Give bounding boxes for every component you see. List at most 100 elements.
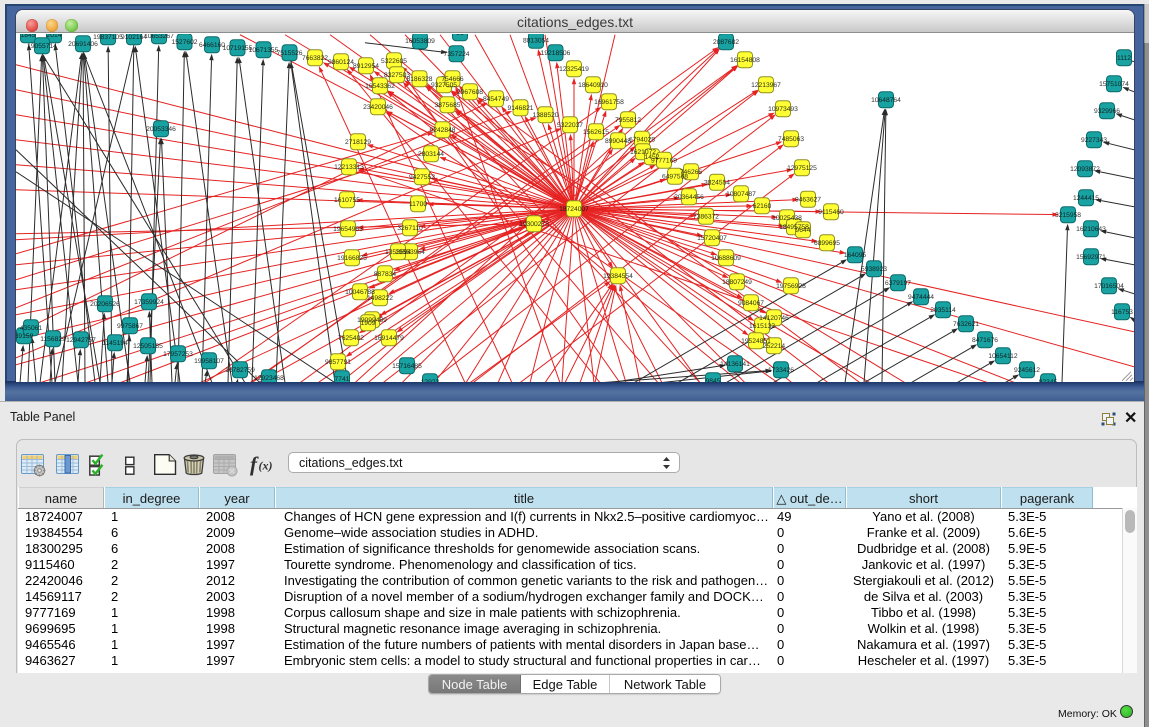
- svg-text:6899695: 6899695: [814, 239, 840, 246]
- svg-text:1845: 1845: [21, 34, 36, 39]
- svg-text:1909: 1909: [361, 319, 376, 326]
- svg-text:12213967: 12213967: [751, 81, 781, 88]
- svg-text:82345: 82345: [1039, 378, 1058, 382]
- svg-text:8990448: 8990448: [605, 137, 631, 144]
- svg-text:98: 98: [456, 34, 464, 37]
- svg-text:7632621: 7632621: [953, 320, 979, 327]
- svg-text:12093872: 12093872: [1070, 165, 1100, 172]
- svg-text:1615132: 1615132: [749, 322, 775, 329]
- svg-text:9463627: 9463627: [795, 196, 821, 203]
- svg-text:9644: 9644: [796, 226, 811, 233]
- svg-text:164095: 164095: [844, 251, 867, 258]
- svg-text:12923: 12923: [421, 378, 440, 382]
- svg-text:15751074: 15751074: [1099, 80, 1129, 87]
- svg-text:2087682: 2087682: [713, 38, 739, 45]
- svg-text:252214: 252214: [763, 342, 786, 349]
- svg-text:18724007: 18724007: [559, 205, 589, 212]
- svg-text:1244415: 1244415: [1073, 194, 1099, 201]
- svg-text:9975867: 9975867: [117, 322, 143, 329]
- svg-text:2935114: 2935114: [930, 306, 956, 313]
- svg-text:10025438: 10025438: [772, 214, 802, 221]
- svg-text:19958107: 19958107: [194, 357, 224, 364]
- svg-text:7515526: 7515526: [276, 49, 302, 56]
- svg-text:9327505: 9327505: [431, 81, 457, 88]
- svg-text:15692971: 15692971: [1076, 253, 1106, 260]
- svg-text:5938923: 5938923: [861, 265, 887, 272]
- svg-text:10688609: 10688609: [711, 254, 741, 261]
- svg-text:2803144: 2803144: [418, 150, 444, 157]
- svg-text:6466160: 6466160: [199, 41, 225, 48]
- svg-text:12923468: 12923468: [254, 374, 284, 381]
- svg-text:20691406: 20691406: [68, 40, 98, 47]
- svg-text:12325419: 12325419: [559, 65, 589, 72]
- svg-text:9242848: 9242848: [429, 126, 455, 133]
- svg-text:10648764: 10648764: [871, 96, 901, 103]
- svg-text:8186328: 8186328: [406, 75, 432, 82]
- svg-text:19837105: 19837105: [93, 34, 123, 41]
- svg-text:2967608: 2967608: [457, 88, 483, 95]
- svg-text:16782759: 16782759: [225, 366, 255, 373]
- svg-text:16543362: 16543362: [365, 82, 395, 89]
- svg-text:7955812: 7955812: [615, 116, 641, 123]
- svg-text:887834: 887834: [374, 270, 397, 277]
- svg-text:15716485: 15716485: [392, 362, 422, 369]
- svg-text:12213313: 12213313: [334, 163, 364, 170]
- svg-text:17016504: 17016504: [1094, 282, 1124, 289]
- svg-text:9860124: 9860124: [328, 58, 354, 65]
- svg-text:7663822: 7663822: [302, 54, 328, 61]
- svg-text:9777169: 9777169: [651, 157, 677, 164]
- svg-text:16961758: 16961758: [594, 98, 624, 105]
- svg-text:16053809: 16053809: [405, 37, 435, 44]
- svg-text:10807487: 10807487: [726, 190, 756, 197]
- svg-text:23420046: 23420046: [363, 103, 393, 110]
- svg-text:3267110: 3267110: [397, 224, 423, 231]
- svg-text:3875685: 3875685: [434, 101, 460, 108]
- svg-text:39159: 39159: [16, 332, 34, 339]
- svg-text:14120746: 14120746: [759, 314, 789, 321]
- svg-text:6379197: 6379197: [885, 279, 911, 286]
- svg-text:9146821: 9146821: [507, 104, 533, 111]
- svg-text:17957253: 17957253: [163, 350, 193, 357]
- svg-text:20206526: 20206526: [90, 300, 120, 307]
- svg-text:9084067: 9084067: [738, 299, 764, 306]
- svg-text:9427552: 9427552: [409, 173, 435, 180]
- svg-text:10654112: 10654112: [988, 352, 1018, 359]
- svg-text:17359924: 17359924: [134, 298, 164, 305]
- svg-text:19756928: 19756928: [776, 282, 806, 289]
- svg-text:7625402: 7625402: [338, 334, 364, 341]
- svg-text:5322037: 5322037: [557, 121, 583, 128]
- svg-text:10973493: 10973493: [768, 105, 798, 112]
- svg-text:62160: 62160: [753, 202, 772, 209]
- svg-text:19384554: 19384554: [603, 272, 633, 279]
- svg-text:16210643: 16210643: [1076, 225, 1106, 232]
- svg-text:7386372: 7386372: [693, 213, 719, 220]
- svg-text:9329966: 9329966: [1094, 107, 1120, 114]
- svg-text:3824554: 3824554: [704, 179, 730, 186]
- svg-text:435061: 435061: [20, 324, 43, 331]
- svg-text:3215958: 3215958: [1055, 211, 1081, 218]
- svg-text:12505185: 12505185: [133, 342, 163, 349]
- svg-text:754666: 754666: [441, 75, 464, 82]
- svg-text:9115460: 9115460: [818, 208, 844, 215]
- svg-text:19654963: 19654963: [333, 225, 363, 232]
- svg-text:2014: 2014: [47, 34, 62, 39]
- svg-text:16154808: 16154808: [730, 56, 760, 63]
- svg-text:1527602: 1527602: [171, 38, 197, 45]
- svg-text:1353594: 1353594: [385, 248, 411, 255]
- svg-text:1733426: 1733426: [768, 366, 794, 373]
- svg-text:1156829: 1156829: [40, 335, 66, 342]
- svg-text:1112: 1112: [1117, 54, 1131, 61]
- svg-text:9245612: 9245612: [1014, 366, 1040, 373]
- svg-text:19300273: 19300273: [519, 220, 549, 227]
- svg-text:7485063: 7485063: [778, 135, 804, 142]
- svg-text:6794028: 6794028: [629, 136, 655, 143]
- svg-text:15720407: 15720407: [697, 234, 727, 241]
- svg-text:2718129: 2718129: [345, 138, 371, 145]
- svg-text:5322605: 5322605: [381, 57, 407, 64]
- svg-text:20053346: 20053346: [146, 125, 176, 132]
- svg-text:12975125: 12975125: [787, 164, 817, 171]
- svg-text:9845: 9845: [706, 377, 721, 382]
- svg-text:10653267: 10653267: [144, 34, 174, 40]
- svg-text:7741: 7741: [335, 375, 350, 382]
- svg-text:1498222: 1498222: [367, 294, 393, 301]
